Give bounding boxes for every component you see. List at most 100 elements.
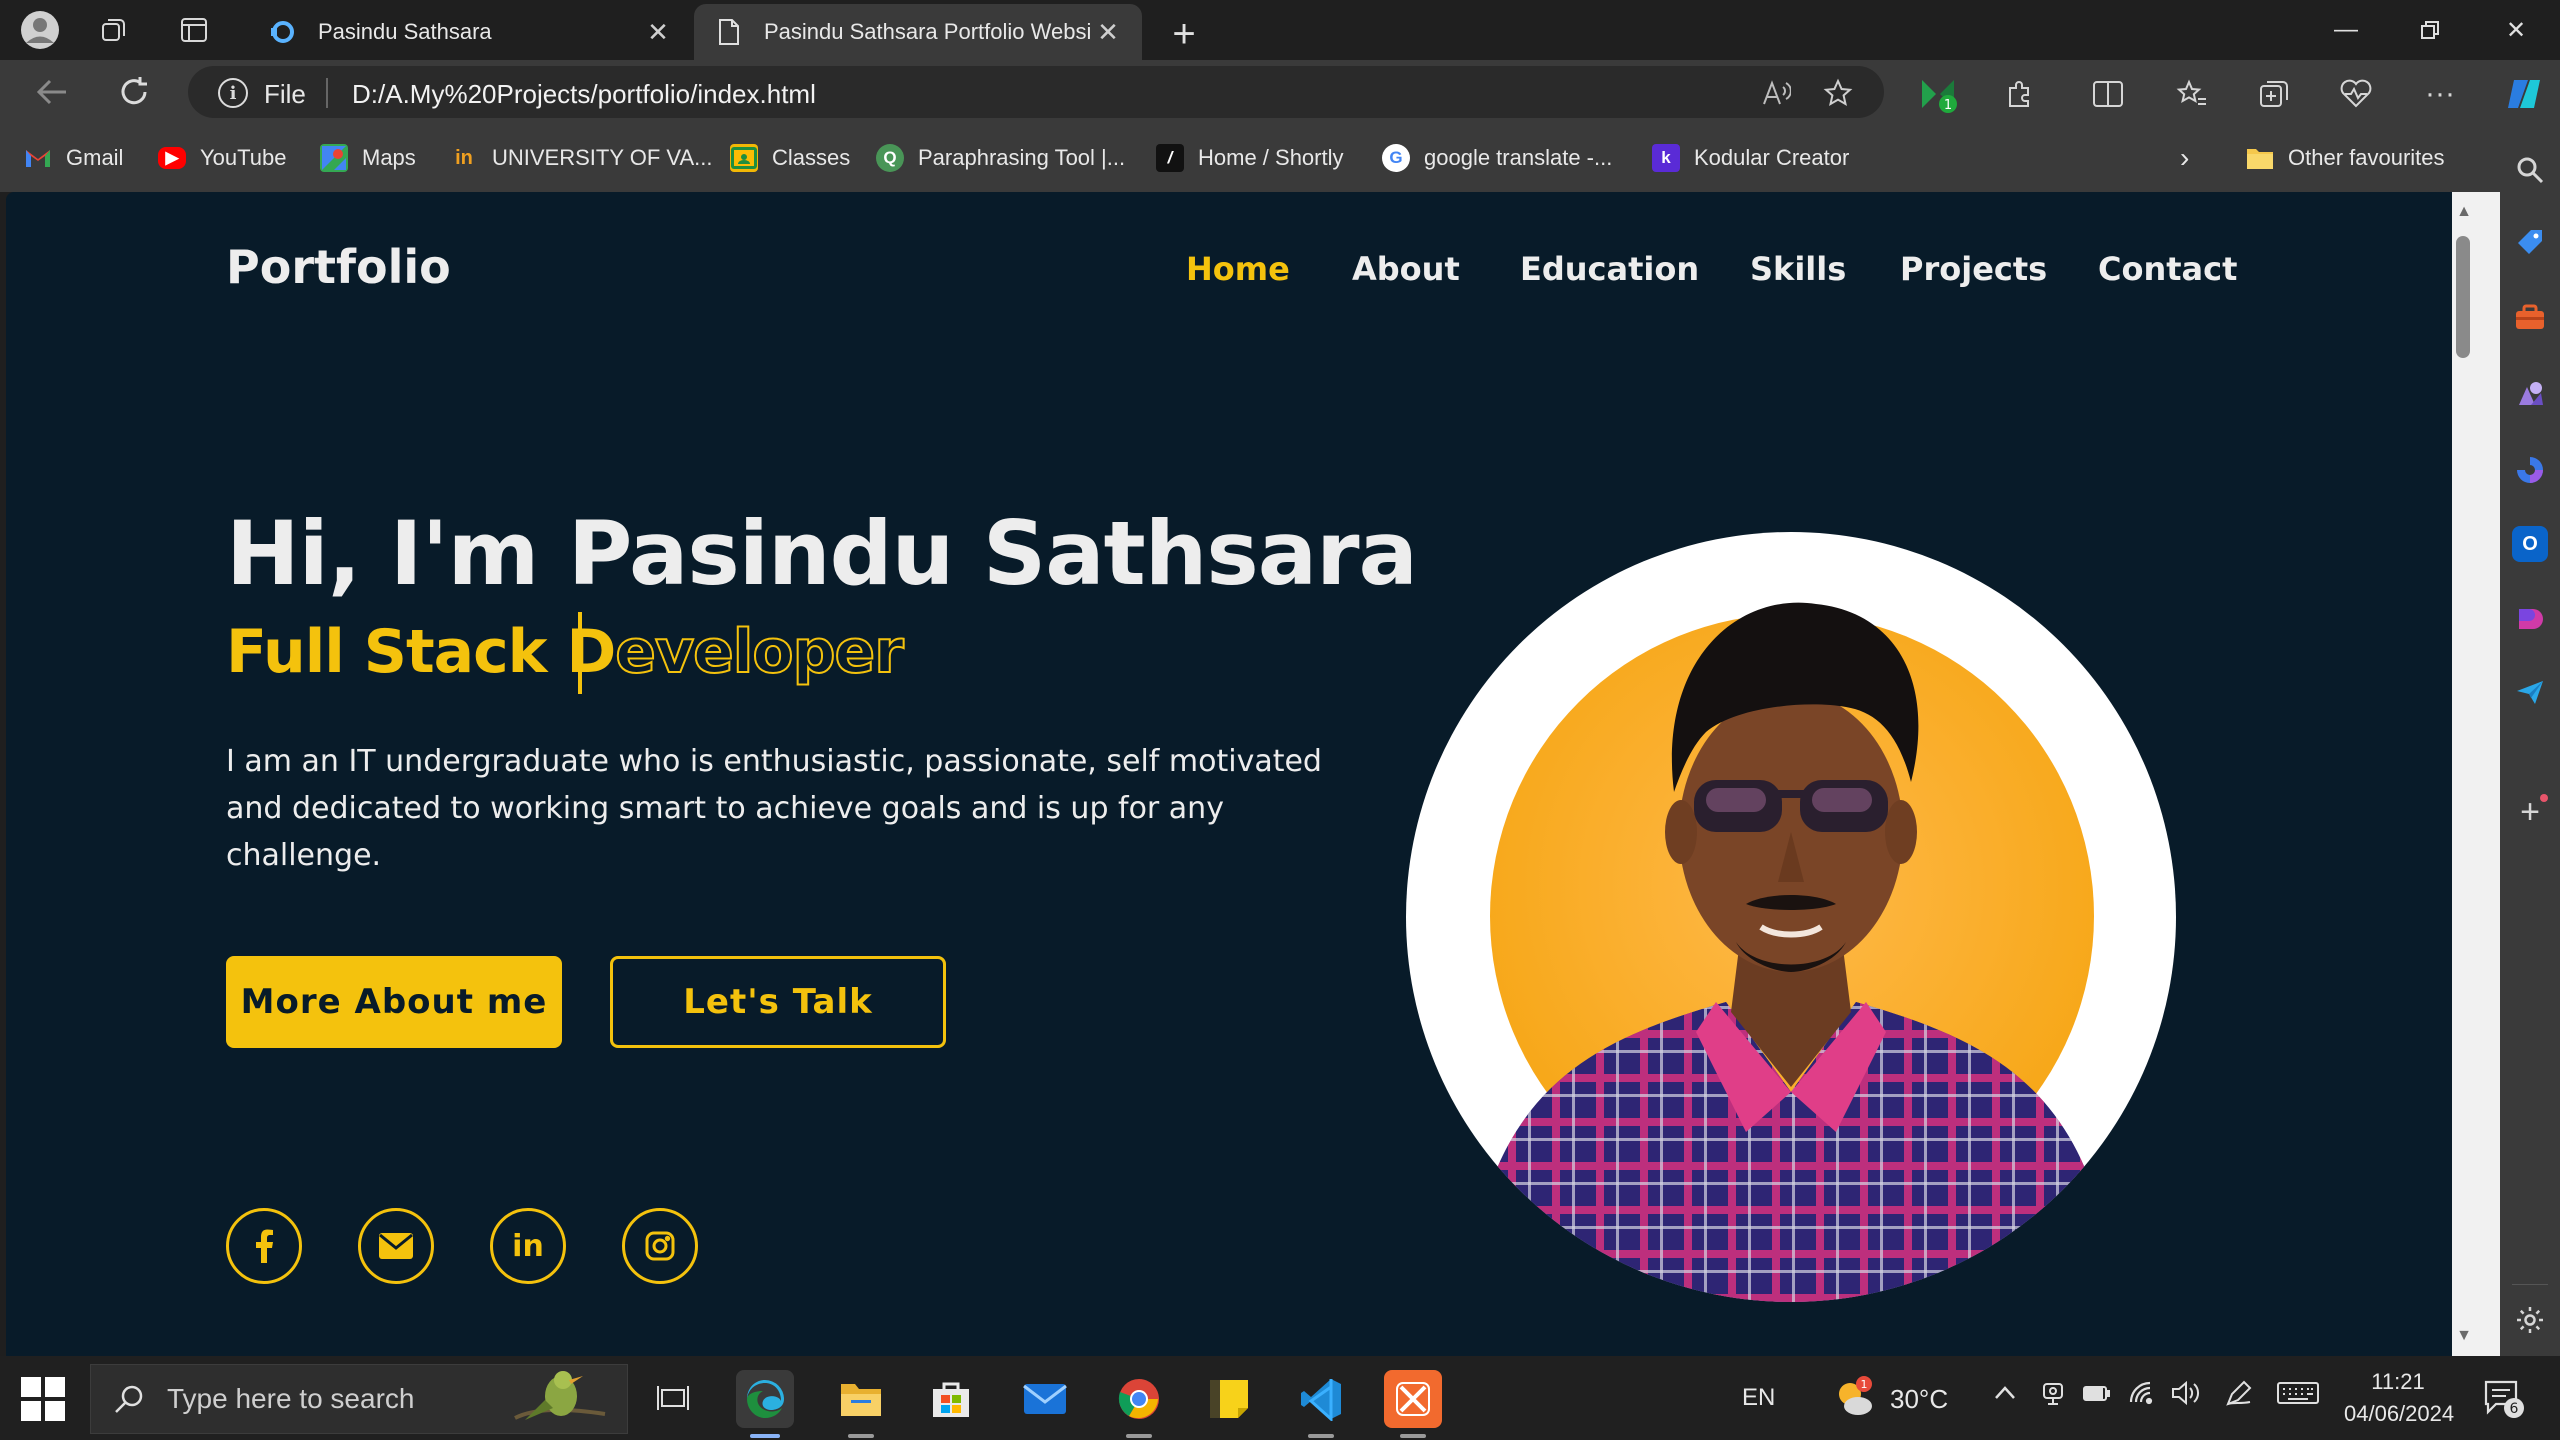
- language-indicator[interactable]: EN: [1742, 1384, 1775, 1412]
- minimize-button[interactable]: —: [2316, 8, 2376, 52]
- refresh-button[interactable]: [110, 70, 158, 114]
- back-button[interactable]: [28, 70, 76, 114]
- shortly-icon: /: [1156, 144, 1184, 172]
- mail-icon[interactable]: [358, 1208, 434, 1284]
- bookmark-paraphrasing-tool[interactable]: Q Paraphrasing Tool |...: [876, 142, 1125, 174]
- notifications-icon[interactable]: 6: [2482, 1376, 2526, 1427]
- bookmark-label: Maps: [362, 145, 416, 170]
- restore-button[interactable]: [2400, 8, 2460, 52]
- address-bar[interactable]: i File D:/A.My%20Projects/portfolio/inde…: [188, 66, 1884, 118]
- close-window-button[interactable]: ✕: [2486, 8, 2546, 52]
- scroll-down-arrow-icon[interactable]: ▼: [2452, 1324, 2476, 1348]
- sidebar-games-icon[interactable]: [2512, 376, 2548, 412]
- network-wifi-icon[interactable]: [2128, 1380, 2156, 1413]
- url-text[interactable]: D:/A.My%20Projects/portfolio/index.html: [352, 79, 816, 110]
- battery-icon[interactable]: [2082, 1380, 2112, 1413]
- bookmark-other-favourites[interactable]: Other favourites: [2246, 142, 2445, 174]
- sidebar-send-icon[interactable]: [2512, 674, 2548, 710]
- sidebar-settings-gear-icon[interactable]: [2512, 1302, 2548, 1338]
- bookmark-youtube[interactable]: ▶ YouTube: [158, 142, 286, 174]
- taskbar-store-icon[interactable]: [922, 1370, 980, 1428]
- copilot-icon[interactable]: [2500, 74, 2548, 114]
- taskbar-mail-icon[interactable]: [1016, 1370, 1074, 1428]
- bookmark-maps[interactable]: Maps: [320, 142, 416, 174]
- task-view-icon[interactable]: [644, 1370, 702, 1428]
- page-scrollbar[interactable]: [2452, 192, 2500, 1356]
- tab-portfolio-website[interactable]: Pasindu Sathsara Portfolio Websi ✕: [694, 4, 1142, 60]
- meet-now-icon[interactable]: [2040, 1380, 2066, 1415]
- sidebar-shopping-icon[interactable]: [2512, 224, 2548, 260]
- extensions-puzzle-icon[interactable]: [2000, 74, 2040, 114]
- nav-home[interactable]: Home: [1186, 250, 1290, 288]
- tab-title: Pasindu Sathsara: [318, 19, 492, 44]
- touch-keyboard-icon[interactable]: [2276, 1380, 2320, 1413]
- site-info-icon[interactable]: i: [218, 78, 248, 108]
- clock[interactable]: 11:21 04/06/2024: [2344, 1366, 2454, 1430]
- bookmark-shortly[interactable]: / Home / Shortly: [1156, 142, 1344, 174]
- workspaces-icon[interactable]: [94, 10, 134, 50]
- browser-essentials-icon[interactable]: [2336, 74, 2376, 114]
- bookmark-gmail[interactable]: Gmail: [24, 142, 123, 174]
- tab-title: Pasindu Sathsara Portfolio Websi: [764, 19, 1092, 44]
- bookmark-label: Home / Shortly: [1198, 145, 1344, 170]
- tab-pasindu-sathsara[interactable]: Pasindu Sathsara ✕: [248, 4, 692, 60]
- taskbar-edge-icon[interactable]: [736, 1370, 794, 1428]
- sidebar-search-icon[interactable]: [2512, 152, 2548, 188]
- windows-start-icon[interactable]: [18, 1374, 68, 1424]
- search-highlight-bird-icon: [505, 1364, 615, 1435]
- extension-badge-icon[interactable]: 1: [1918, 74, 1958, 114]
- taskbar-sticky-notes-icon[interactable]: [1200, 1370, 1258, 1428]
- favourites-icon[interactable]: [2172, 74, 2212, 114]
- tab-close-icon[interactable]: ✕: [644, 17, 672, 47]
- nav-about[interactable]: About: [1352, 250, 1460, 288]
- university-icon: in: [455, 146, 473, 169]
- sidebar-outlook-icon[interactable]: O: [2512, 526, 2548, 562]
- pen-workspace-icon[interactable]: [2224, 1380, 2254, 1415]
- favourite-star-icon[interactable]: [1820, 76, 1856, 110]
- read-aloud-icon[interactable]: [1758, 76, 1794, 110]
- tab-close-icon[interactable]: ✕: [1094, 17, 1122, 47]
- collections-icon[interactable]: [2254, 74, 2294, 114]
- weather-icon[interactable]: 1: [1832, 1376, 1876, 1420]
- taskbar-search-box[interactable]: Type here to search: [90, 1364, 628, 1434]
- bookmark-label: Other favourites: [2288, 145, 2445, 170]
- youtube-icon: ▶: [158, 147, 186, 169]
- taskbar-xampp-icon[interactable]: [1384, 1370, 1442, 1428]
- taskbar-file-explorer-icon[interactable]: [832, 1370, 890, 1428]
- split-screen-icon[interactable]: [2088, 74, 2128, 114]
- sidebar-divider: [2512, 1284, 2548, 1285]
- sidebar-tools-icon[interactable]: [2512, 300, 2548, 336]
- linkedin-icon[interactable]: in: [490, 1208, 566, 1284]
- new-tab-button[interactable]: +: [1162, 12, 1206, 56]
- taskbar-vscode-icon[interactable]: [1292, 1370, 1350, 1428]
- sidebar-copilot-icon[interactable]: [2512, 452, 2548, 488]
- show-hidden-icons-chevron-icon[interactable]: [1992, 1380, 2018, 1413]
- instagram-icon[interactable]: [622, 1208, 698, 1284]
- more-menu-icon[interactable]: ···: [2420, 74, 2460, 114]
- windows-taskbar: Type here to search EN 1 30°C 11:21 04/0…: [0, 1356, 2560, 1440]
- bookmark-classes[interactable]: Classes: [730, 142, 850, 174]
- scroll-up-arrow-icon[interactable]: ▲: [2452, 200, 2476, 224]
- bookmarks-overflow-chevron-icon[interactable]: ›: [2180, 142, 2189, 174]
- bookmark-kodular[interactable]: k Kodular Creator: [1652, 142, 1849, 174]
- bookmark-label: Kodular Creator: [1694, 145, 1850, 170]
- nav-education[interactable]: Education: [1520, 250, 1699, 288]
- site-logo[interactable]: Portfolio: [226, 240, 451, 294]
- temperature-text[interactable]: 30°C: [1890, 1384, 1948, 1415]
- profile-avatar-icon[interactable]: [20, 10, 60, 50]
- sidebar-designer-icon[interactable]: [2512, 600, 2548, 636]
- nav-projects[interactable]: Projects: [1900, 250, 2047, 288]
- bookmark-google-translate[interactable]: Ggoogle translate -...: [1382, 142, 1612, 174]
- nav-skills[interactable]: Skills: [1750, 250, 1846, 288]
- nav-contact[interactable]: Contact: [2098, 250, 2237, 288]
- volume-icon[interactable]: [2170, 1380, 2200, 1413]
- lets-talk-button[interactable]: Let's Talk: [610, 956, 946, 1048]
- bookmark-university[interactable]: in UNIVERSITY OF VA...: [450, 142, 712, 174]
- vertical-tabs-icon[interactable]: [174, 10, 214, 50]
- hero-subtitle-typed: Full Stack D: [226, 617, 616, 687]
- more-about-me-button[interactable]: More About me: [226, 956, 562, 1048]
- svg-text:1: 1: [1944, 98, 1952, 113]
- facebook-icon[interactable]: [226, 1208, 302, 1284]
- scrollbar-thumb[interactable]: [2456, 236, 2470, 358]
- taskbar-chrome-icon[interactable]: [1110, 1370, 1168, 1428]
